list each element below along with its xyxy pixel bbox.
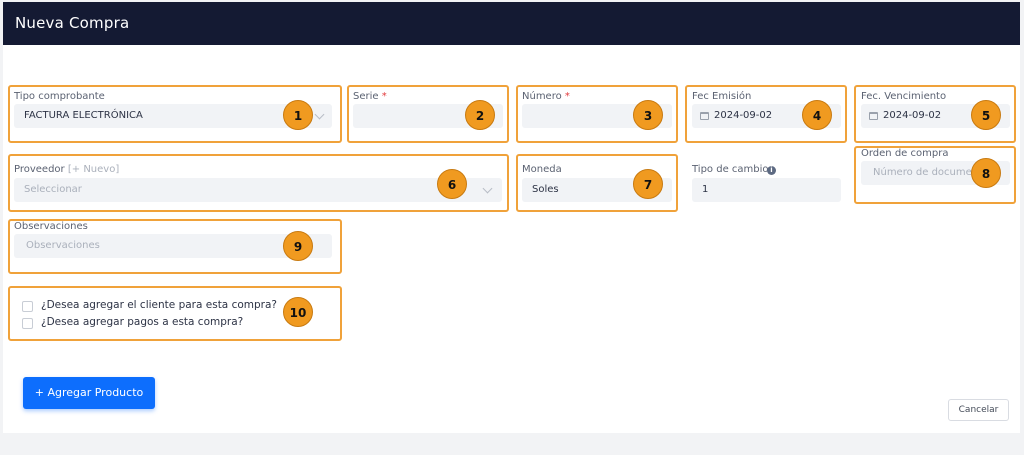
orden-compra-label: Orden de compra: [861, 148, 949, 159]
observaciones-label: Observaciones: [14, 221, 88, 232]
annotation-badge-10: 10: [283, 297, 313, 327]
annotation-badge-1: 1: [283, 100, 313, 130]
numero-label: Número *: [522, 91, 570, 102]
fec-vencimiento-label: Fec. Vencimiento: [861, 91, 947, 102]
fec-vencimiento-value: 2024-09-02: [883, 110, 942, 121]
annotation-badge-9: 9: [283, 231, 313, 261]
proveedor-placeholder: Seleccionar: [24, 184, 82, 195]
page-header: Nueva Compra: [3, 2, 1020, 45]
tipo-cambio-input[interactable]: 1: [692, 178, 841, 202]
purchase-form-card: Nueva Compra Tipo comprobante FACTURA EL…: [3, 2, 1020, 433]
add-client-label[interactable]: ¿Desea agregar el cliente para esta comp…: [41, 299, 277, 311]
serie-label: Serie *: [353, 91, 387, 102]
calendar-icon: [700, 112, 709, 120]
required-mark: *: [564, 91, 570, 102]
add-payments-label[interactable]: ¿Desea agregar pagos a esta compra?: [41, 316, 243, 328]
annotation-badge-6: 6: [437, 169, 467, 199]
annotation-badge-2: 2: [465, 100, 495, 130]
moneda-label: Moneda: [522, 164, 562, 175]
page-title: Nueva Compra: [15, 14, 130, 32]
proveedor-select[interactable]: Seleccionar: [14, 178, 502, 202]
calendar-icon: [869, 112, 878, 120]
add-product-button[interactable]: + Agregar Producto: [23, 377, 155, 409]
info-icon[interactable]: i: [767, 166, 776, 175]
annotation-badge-8: 8: [971, 158, 1001, 188]
tipo-comprobante-label: Tipo comprobante: [14, 91, 105, 102]
add-client-checkbox[interactable]: [22, 301, 33, 312]
fec-emision-label: Fec Emisión: [692, 91, 752, 102]
annotation-badge-3: 3: [633, 100, 663, 130]
annotation-badge-5: 5: [971, 100, 1001, 130]
tipo-cambio-value: 1: [702, 184, 709, 195]
annotation-badge-7: 7: [633, 169, 663, 199]
fec-emision-value: 2024-09-02: [714, 110, 773, 121]
moneda-value: Soles: [532, 184, 559, 195]
add-payments-checkbox[interactable]: [22, 318, 33, 329]
new-provider-link[interactable]: [+ Nuevo]: [68, 164, 119, 175]
tipo-comprobante-value: FACTURA ELECTRÓNICA: [24, 110, 143, 121]
observaciones-placeholder: Observaciones: [26, 240, 100, 251]
required-mark: *: [381, 91, 387, 102]
annotation-badge-4: 4: [802, 100, 832, 130]
proveedor-label: Proveedor [+ Nuevo]: [14, 164, 120, 175]
tipo-cambio-label: Tipo de cambio: [692, 164, 769, 175]
cancel-button[interactable]: Cancelar: [948, 399, 1009, 421]
